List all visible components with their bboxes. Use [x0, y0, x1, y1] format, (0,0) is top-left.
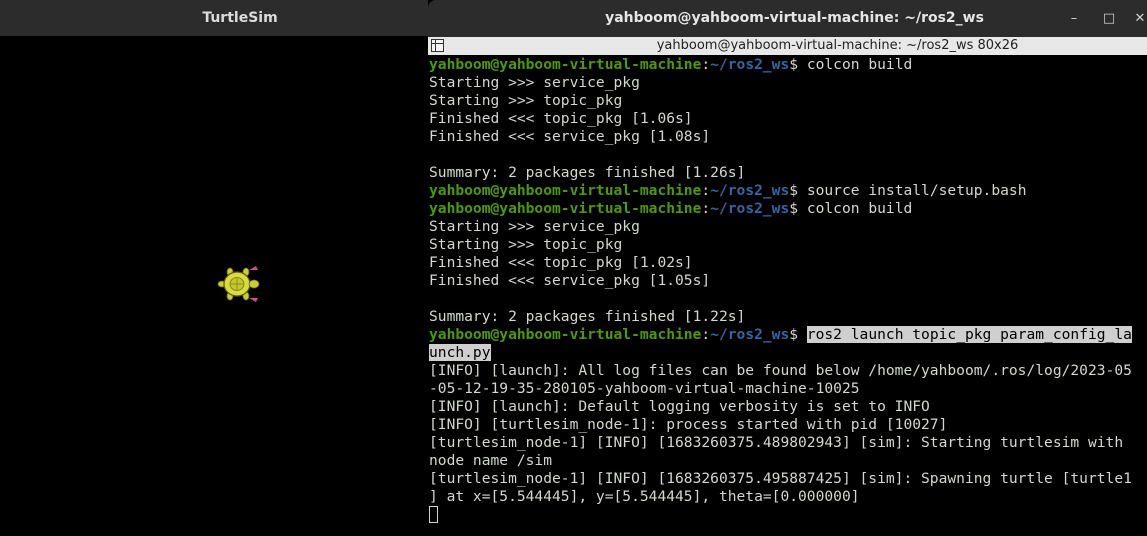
- prompt-line: yahboom@yahboom-virtual-machine:~/ros2_w…: [429, 326, 1132, 343]
- turtlesim-canvas: [0, 36, 428, 536]
- prompt-path: ~/ros2_ws: [710, 200, 790, 217]
- minimize-button[interactable]: –: [1063, 0, 1085, 37]
- turtlesim-window: TurtleSim: [0, 0, 428, 536]
- command-text: colcon build: [806, 56, 913, 73]
- terminal-title: yahboom@yahboom-virtual-machine: ~/ros2_…: [605, 10, 984, 26]
- prompt-user: yahboom@yahboom-virtual-machine: [429, 56, 702, 73]
- output-line: Starting >>> service_pkg: [429, 218, 640, 235]
- prompt-user: yahboom@yahboom-virtual-machine: [429, 200, 702, 217]
- output-line: Starting >>> topic_pkg: [429, 236, 623, 253]
- output-line: [INFO] [turtlesim_node-1]: process start…: [429, 416, 948, 433]
- prompt-line: yahboom@yahboom-virtual-machine:~/ros2_w…: [429, 182, 1027, 199]
- output-line: [turtlesim_node-1] [INFO] [1683260375.49…: [429, 470, 1132, 487]
- output-line: Summary: 2 packages finished [1.26s]: [429, 164, 746, 181]
- terminal-subbar: yahboom@yahboom-virtual-machine: ~/ros2_…: [428, 37, 1147, 55]
- close-button[interactable]: ✕: [1129, 0, 1147, 37]
- terminal-subtitle: yahboom@yahboom-virtual-machine: ~/ros2_…: [656, 38, 1019, 53]
- prompt-path: ~/ros2_ws: [710, 326, 790, 343]
- turtle-icon: [217, 266, 260, 302]
- output-line: Finished <<< service_pkg [1.05s]: [429, 272, 711, 289]
- prompt-user: yahboom@yahboom-virtual-machine: [429, 182, 702, 199]
- prompt-line: yahboom@yahboom-virtual-machine:~/ros2_w…: [429, 200, 913, 217]
- output-line: [INFO] [launch]: Default logging verbosi…: [429, 398, 930, 415]
- prompt-line: yahboom@yahboom-virtual-machine:~/ros2_w…: [429, 56, 913, 73]
- maximize-button[interactable]: □: [1098, 0, 1120, 37]
- output-line: ] at x=[5.544445], y=[5.544445], theta=[…: [429, 488, 860, 505]
- terminal-output[interactable]: yahboom@yahboom-virtual-machine:~/ros2_w…: [429, 56, 1147, 536]
- output-line: [INFO] [launch]: All log files can be fo…: [429, 362, 1132, 379]
- output-line: Finished <<< topic_pkg [1.06s]: [429, 110, 693, 127]
- turtlesim-titlebar[interactable]: TurtleSim: [0, 0, 428, 36]
- terminal-titlebar[interactable]: yahboom@yahboom-virtual-machine: ~/ros2_…: [428, 0, 1147, 37]
- prompt-user: yahboom@yahboom-virtual-machine: [429, 326, 702, 343]
- output-line: -05-12-19-35-280105-yahboom-virtual-mach…: [429, 380, 860, 397]
- turtlesim-title: TurtleSim: [202, 10, 278, 26]
- output-line: Starting >>> topic_pkg: [429, 92, 623, 109]
- terminal-window: yahboom@yahboom-virtual-machine: ~/ros2_…: [428, 0, 1147, 536]
- text-cursor: [429, 506, 438, 523]
- output-line: Starting >>> service_pkg: [429, 74, 640, 91]
- prompt-path: ~/ros2_ws: [710, 182, 790, 199]
- output-line: node name /sim: [429, 452, 553, 469]
- command-text: colcon build: [806, 200, 913, 217]
- output-line: [turtlesim_node-1] [INFO] [1683260375.48…: [429, 434, 1124, 451]
- output-line: Finished <<< topic_pkg [1.02s]: [429, 254, 693, 271]
- selected-command-text[interactable]: ros2 launch topic_pkg param_config_la: [806, 326, 1132, 343]
- output-line: Summary: 2 packages finished [1.22s]: [429, 308, 746, 325]
- input-line[interactable]: [429, 506, 1147, 524]
- output-line: Finished <<< service_pkg [1.08s]: [429, 128, 711, 145]
- prompt-path: ~/ros2_ws: [710, 56, 790, 73]
- command-text: source install/setup.bash: [806, 182, 1027, 199]
- output-line: unch.py: [429, 344, 1147, 362]
- selected-command-text[interactable]: unch.py: [429, 344, 491, 361]
